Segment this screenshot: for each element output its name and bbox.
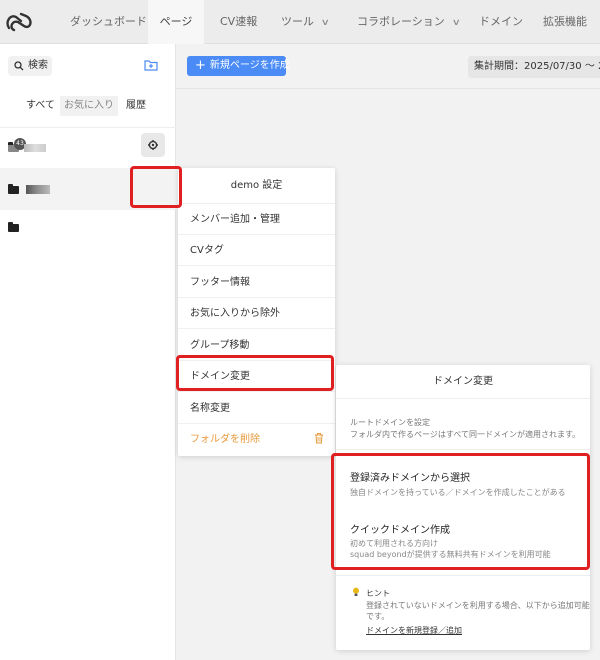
chevron-down-icon: ∨ [451,18,461,28]
nav-domain[interactable]: ドメイン [479,0,523,44]
chevron-down-icon: ∨ [320,18,330,28]
app-logo-icon[interactable] [4,8,34,36]
nav-pages[interactable]: ページ [148,0,204,44]
search-label: 検索 [28,60,48,71]
lightbulb-icon [353,587,359,596]
add-folder-icon[interactable] [144,59,158,71]
panel-title: demo 設定 [178,168,335,204]
gear-icon [148,140,158,150]
menu-item-delete-folder[interactable]: フォルダを削除 [178,424,335,455]
nav-cv-report[interactable]: CV速報 [220,0,257,44]
description: ルートドメインを設定 [350,418,430,427]
hint-text: です。 [366,612,390,621]
search-button[interactable]: 検索 [8,56,52,76]
tab-favorites[interactable]: お気に入り [60,96,118,116]
tab-all[interactable]: すべて [26,96,55,116]
divider [176,88,600,89]
nav-tools[interactable]: ツール ∨ [281,0,330,44]
folder-row[interactable] [0,212,176,248]
menu-item-rename[interactable]: 名称変更 [178,393,335,424]
plus-icon: + [195,58,206,73]
divider [336,575,590,576]
register-domain-link[interactable]: ドメインを新規登録／追加 [366,625,462,636]
delete-label: フォルダを削除 [190,434,260,445]
panel-title: ドメイン変更 [336,365,590,399]
period-selector[interactable]: 集計期間：2025/07/30 〜 20 [468,56,600,78]
menu-item-footer[interactable]: フッター情報 [178,267,335,298]
menu-item-cv-tag[interactable]: CVタグ [178,235,335,266]
divider [0,127,176,128]
nav-collaboration[interactable]: コラボレーション ∨ [357,0,461,44]
divider [336,449,590,450]
tab-history[interactable]: 履歴 [126,96,146,116]
description: フォルダ内で作るページはすべて同一ドメインが適用されます。 [350,430,581,439]
hint-text: 登録されていないドメインを利用する場合、以下から追加可能 [366,601,590,610]
sidebar-tabs: すべて お気に入り 履歴 [0,94,176,118]
highlight-box [130,166,182,208]
nav-dashboard[interactable]: ダッシュボード [70,0,147,44]
highlight-box [176,355,334,391]
menu-item-members[interactable]: メンバー追加・管理 [178,204,335,235]
new-page-label: 新規ページを作成 [209,60,290,71]
folder-icon [8,184,19,194]
folder-settings-panel: demo 設定 メンバー追加・管理 CVタグ フッター情報 お気に入りから除外 … [178,168,335,456]
folder-icon [8,222,19,232]
folder-name-redacted [24,144,46,152]
nav-extensions[interactable]: 拡張機能 [543,0,587,44]
new-page-button[interactable]: + 新規ページを作成 [187,56,290,76]
search-icon [14,61,24,71]
highlight-box [331,453,590,570]
folder-name-redacted [26,185,50,194]
folder-settings-button[interactable] [141,133,165,157]
menu-item-remove-favorite[interactable]: お気に入りから除外 [178,298,335,329]
hint-title: ヒント [366,589,390,598]
top-nav: ダッシュボード ページ CV速報 ツール ∨ コラボレーション ∨ ドメイン 拡張機… [0,0,600,44]
nav-collaboration-label: コラボレーション [357,15,445,28]
nav-tools-label: ツール [281,15,314,28]
trash-icon [315,433,323,444]
